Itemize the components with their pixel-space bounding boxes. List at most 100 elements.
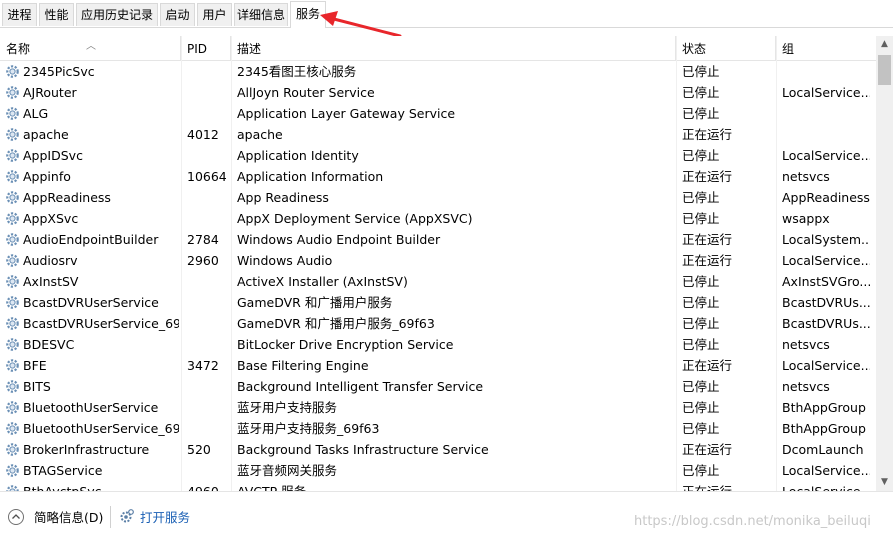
- tab-performance[interactable]: 性能: [39, 3, 74, 26]
- service-group: LocalService...: [782, 253, 870, 268]
- service-pid: [187, 187, 231, 208]
- footer-separator: [110, 506, 111, 528]
- service-pid: [187, 82, 231, 103]
- column-header-pid[interactable]: PID: [181, 36, 231, 60]
- column-header-name[interactable]: ︿ 名称: [0, 36, 181, 60]
- service-description: apache: [237, 127, 283, 142]
- service-gear-icon: [5, 274, 20, 289]
- service-description: GameDVR 和广播用户服务_69f63: [237, 316, 435, 331]
- service-pid: [187, 61, 231, 82]
- service-group: BthAppGroup: [782, 421, 866, 436]
- column-header-status[interactable]: 状态: [676, 36, 776, 60]
- service-pid: [187, 103, 231, 124]
- service-gear-icon: [5, 106, 20, 121]
- table-row[interactable]: BTAGService 蓝牙音频网关服务 已停止 LocalService...: [0, 460, 876, 481]
- service-gear-icon: [5, 484, 20, 491]
- table-row[interactable]: BluetoothUserService 蓝牙用户支持服务 已停止 BthAppGro…: [0, 397, 876, 418]
- service-gear-icon: [5, 442, 20, 457]
- service-status: 正在运行: [682, 232, 733, 247]
- service-pid: [187, 313, 231, 334]
- service-description: BitLocker Drive Encryption Service: [237, 337, 454, 352]
- service-name: BcastDVRUserService: [23, 295, 159, 310]
- service-gear-icon: [5, 148, 20, 163]
- tab-app-history[interactable]: 应用历史记录: [76, 3, 158, 26]
- table-row[interactable]: Audiosrv 2960 Windows Audio 正在运行 LocalServic…: [0, 250, 876, 271]
- tab-processes[interactable]: 进程: [2, 3, 37, 26]
- service-description: App Readiness: [237, 190, 329, 205]
- service-name: AudioEndpointBuilder: [23, 232, 159, 247]
- tab-startup[interactable]: 启动: [160, 3, 195, 26]
- service-gear-icon: [5, 232, 20, 247]
- table-row[interactable]: AJRouter AllJoyn Router Service 已停止 LocalSe…: [0, 82, 876, 103]
- column-header-group[interactable]: 组: [776, 36, 876, 60]
- service-status: 正在运行: [682, 127, 733, 142]
- table-row[interactable]: BcastDVRUserService_69... GameDVR 和广播用户服务…: [0, 313, 876, 334]
- tab-label: 服务: [295, 7, 320, 21]
- service-status: 已停止: [682, 274, 720, 289]
- service-status: 已停止: [682, 400, 720, 415]
- service-name: BluetoothUserService: [23, 400, 159, 415]
- service-status: 已停止: [682, 379, 720, 394]
- service-pid: [187, 334, 231, 355]
- service-name: 2345PicSvc: [23, 64, 95, 79]
- open-services-label: 打开服务: [140, 510, 191, 525]
- service-status: 已停止: [682, 85, 720, 100]
- service-status: 已停止: [682, 106, 720, 121]
- table-row[interactable]: BrokerInfrastructure 520 Background Tasks …: [0, 439, 876, 460]
- scroll-up-icon[interactable]: ▲: [876, 36, 893, 53]
- gear-icon: [120, 509, 134, 523]
- table-row[interactable]: AppXSvc AppX Deployment Service (AppXSVC)…: [0, 208, 876, 229]
- service-group: LocalService...: [782, 358, 870, 373]
- service-pid: [187, 145, 231, 166]
- service-group: LocalService...: [782, 481, 870, 491]
- service-description: Windows Audio Endpoint Builder: [237, 232, 441, 247]
- service-description: ActiveX Installer (AxInstSV): [237, 274, 408, 289]
- service-description: AllJoyn Router Service: [237, 85, 375, 100]
- service-group: BthAppGroup: [782, 400, 866, 415]
- service-pid: 2784: [187, 232, 219, 247]
- service-gear-icon: [5, 337, 20, 352]
- service-description: GameDVR 和广播用户服务: [237, 295, 393, 310]
- service-group: [782, 61, 870, 82]
- service-status: 已停止: [682, 148, 720, 163]
- column-label: 组: [782, 42, 795, 56]
- tab-users[interactable]: 用户: [197, 3, 232, 26]
- table-row[interactable]: AppReadiness App Readiness 已停止 AppReadiness: [0, 187, 876, 208]
- table-row[interactable]: apache 4012 apache 正在运行: [0, 124, 876, 145]
- tab-details[interactable]: 详细信息: [234, 3, 288, 26]
- service-group: AxInstSVGro...: [782, 274, 870, 289]
- table-row[interactable]: ALG Application Layer Gateway Service 已停止: [0, 103, 876, 124]
- service-gear-icon: [5, 190, 20, 205]
- table-row[interactable]: AxInstSV ActiveX Installer (AxInstSV) 已停止 A…: [0, 271, 876, 292]
- table-row[interactable]: BthAvctpSvc 4960 AVCTP 服务正在运行 LocalService.…: [0, 481, 876, 491]
- table-row[interactable]: AudioEndpointBuilder 2784 Windows Audio En…: [0, 229, 876, 250]
- table-row[interactable]: 2345PicSvc 2345看图王核心服务 已停止: [0, 61, 876, 82]
- service-description: 蓝牙音频网关服务: [237, 463, 338, 478]
- service-description: 蓝牙用户支持服务_69f63: [237, 421, 380, 436]
- table-row[interactable]: Appinfo 10664 Application Information 正在运行 n…: [0, 166, 876, 187]
- service-status: 已停止: [682, 211, 720, 226]
- table-row[interactable]: BITS Background Intelligent Transfer Serv…: [0, 376, 876, 397]
- service-name: BluetoothUserService_69...: [23, 421, 179, 436]
- service-group: netsvcs: [782, 379, 830, 394]
- service-pid: [187, 397, 231, 418]
- column-header-description[interactable]: 描述: [231, 36, 676, 60]
- services-list: 2345PicSvc 2345看图王核心服务 已停止 AJRouter AllJoyn …: [0, 61, 876, 491]
- service-name: AxInstSV: [23, 274, 79, 289]
- service-group: [782, 124, 870, 145]
- table-row[interactable]: AppIDSvc Application Identity 已停止 LocalServ…: [0, 145, 876, 166]
- service-pid: [187, 292, 231, 313]
- service-description: Base Filtering Engine: [237, 358, 369, 373]
- table-row[interactable]: BFE 3472 Base Filtering Engine 正在运行 LocalSer…: [0, 355, 876, 376]
- tab-label: 进程: [7, 8, 32, 22]
- table-row[interactable]: BluetoothUserService_69... 蓝牙用户支持服务_69f63…: [0, 418, 876, 439]
- table-row[interactable]: BDESVC BitLocker Drive Encryption Service…: [0, 334, 876, 355]
- scrollbar-thumb[interactable]: [878, 55, 891, 85]
- collapse-chevron-icon: [8, 509, 24, 525]
- service-gear-icon: [5, 379, 20, 394]
- service-name: AJRouter: [23, 85, 77, 100]
- service-description: Application Layer Gateway Service: [237, 106, 456, 121]
- scroll-down-icon[interactable]: ▼: [876, 474, 893, 491]
- table-row[interactable]: BcastDVRUserService GameDVR 和广播用户服务 已停止 Bca…: [0, 292, 876, 313]
- vertical-scrollbar[interactable]: ▲ ▼: [876, 36, 893, 491]
